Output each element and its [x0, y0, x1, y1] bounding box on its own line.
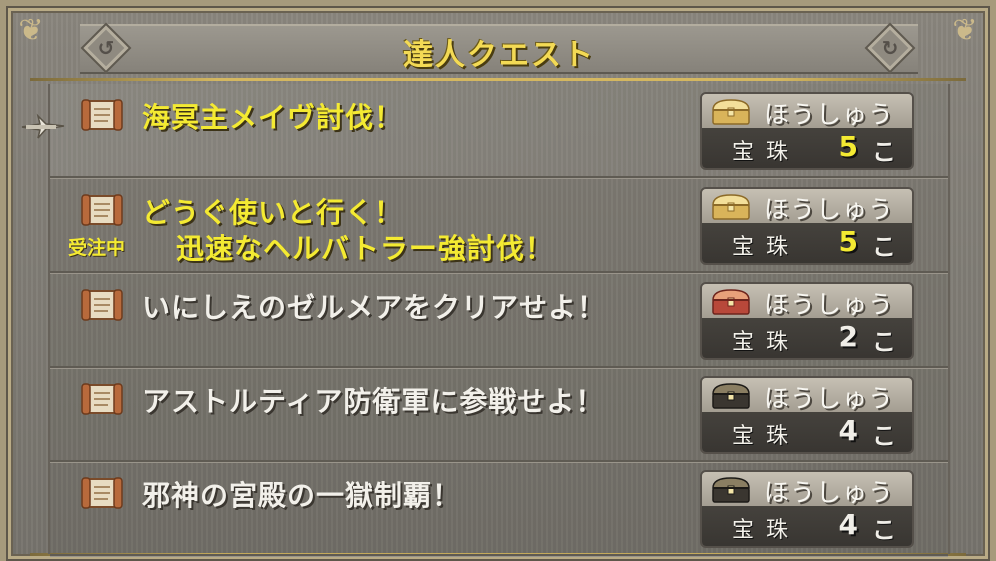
reward-label: ほうしゅう — [764, 290, 895, 319]
quest-row[interactable]: アストルティア防衛軍に参戦せよ！ ほうしゅう宝珠 4 こ — [50, 368, 948, 462]
reward-quantity: 5 — [838, 225, 858, 258]
quest-row[interactable]: いにしえのゼルメアをクリアせよ！ ほうしゅう宝珠 2 こ — [50, 274, 948, 368]
prev-arrow-icon: ↺ — [97, 36, 115, 60]
quest-scroll-icon — [80, 382, 124, 416]
treasure-chest-icon — [708, 382, 754, 410]
reward-unit: こ — [872, 422, 896, 450]
reward-box: ほうしゅう宝珠 5 こ — [700, 187, 914, 265]
reward-unit: こ — [872, 516, 896, 544]
reward-item-name: 宝珠 — [732, 140, 801, 165]
quest-name: どうぐ使いと行く！ — [142, 196, 404, 229]
treasure-chest-icon — [708, 288, 754, 316]
reward-unit: こ — [872, 328, 896, 356]
treasure-chest-icon — [708, 476, 754, 504]
reward-item-name: 宝珠 — [732, 518, 801, 543]
treasure-chest-icon — [708, 193, 754, 221]
quest-scroll-icon — [80, 476, 124, 510]
reward-label: ほうしゅう — [764, 478, 895, 507]
reward-box: ほうしゅう宝珠 2 こ — [700, 282, 914, 360]
reward-quantity: 2 — [838, 320, 858, 353]
reward-box: ほうしゅう宝珠 4 こ — [700, 470, 914, 548]
quest-row[interactable]: 邪神の宮殿の一獄制覇！ ほうしゅう宝珠 4 こ — [50, 462, 948, 556]
quest-scroll-icon — [80, 193, 124, 227]
quest-name: 海冥主メイヴ討伐！ — [142, 101, 404, 134]
treasure-chest-icon — [708, 98, 754, 126]
reward-item-name: 宝珠 — [732, 235, 801, 260]
quest-row[interactable]: どうぐ使いと行く！ 迅速なヘルバトラー強討伐！ 受注中 ほうしゅう宝珠 5 こ — [50, 179, 948, 273]
reward-label: ほうしゅう — [764, 100, 895, 129]
corner-ornament-icon: ❦ — [18, 13, 44, 48]
quest-name: アストルティア防衛軍に参戦せよ！ — [142, 385, 605, 418]
quest-name: 邪神の宮殿の一獄制覇！ — [142, 479, 462, 512]
reward-quantity: 4 — [838, 414, 858, 447]
page-title: 達人クエスト — [403, 38, 595, 73]
reward-quantity: 5 — [838, 130, 858, 163]
reward-label: ほうしゅう — [764, 384, 895, 413]
reward-box: ほうしゅう宝珠 4 こ — [700, 376, 914, 454]
accepted-status-label: 受注中 — [68, 237, 126, 259]
quest-scroll-icon — [80, 98, 124, 132]
reward-item-name: 宝珠 — [732, 424, 801, 449]
next-arrow-icon: ↻ — [881, 36, 899, 60]
reward-item-name: 宝珠 — [732, 330, 801, 355]
reward-box: ほうしゅう宝珠 5 こ — [700, 92, 914, 170]
divider — [30, 78, 966, 81]
quest-row[interactable]: 海冥主メイヴ討伐！ ほうしゅう宝珠 5 こ — [50, 84, 948, 178]
corner-ornament-icon: ❦ — [952, 13, 978, 48]
selection-cursor-icon — [21, 113, 65, 139]
quest-name: いにしえのゼルメアをクリアせよ！ — [142, 291, 607, 324]
reward-unit: こ — [872, 138, 896, 166]
reward-unit: こ — [872, 233, 896, 261]
quest-scroll-icon — [80, 288, 124, 322]
quest-name: 迅速なヘルバトラー強討伐！ — [176, 232, 554, 265]
title-bar: 達人クエスト — [80, 24, 918, 74]
quest-list: 海冥主メイヴ討伐！ ほうしゅう 宝珠 5 こどうぐ使いと行く！ 迅速なヘルバトラー強討伐！… — [48, 84, 950, 556]
reward-label: ほうしゅう — [764, 195, 895, 224]
reward-quantity: 4 — [838, 508, 858, 541]
